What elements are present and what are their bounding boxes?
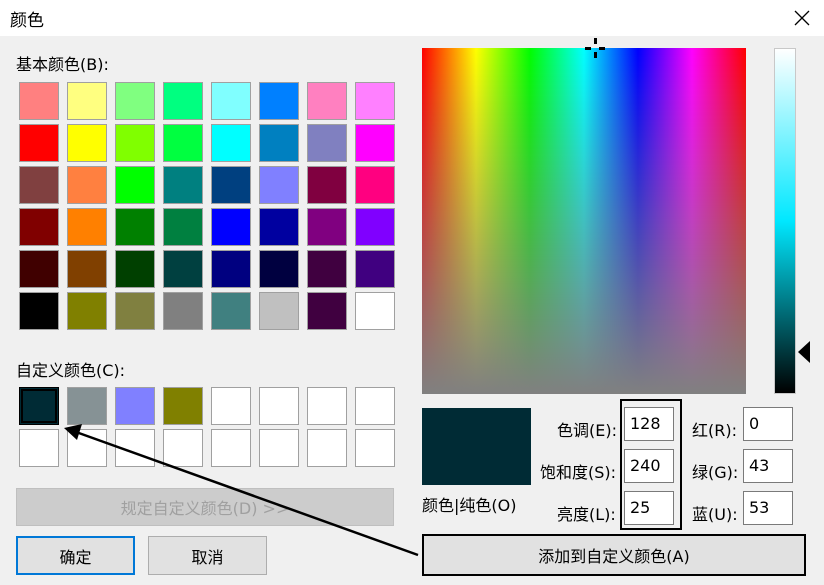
basic-color-swatch[interactable] xyxy=(355,124,395,162)
custom-color-swatch[interactable] xyxy=(211,429,251,467)
custom-color-swatch[interactable] xyxy=(67,429,107,467)
hue-input[interactable]: 128 xyxy=(624,407,674,441)
custom-color-swatch[interactable] xyxy=(259,387,299,425)
title-bar: 颜色 xyxy=(0,0,824,36)
basic-color-swatch[interactable] xyxy=(307,124,347,162)
basic-color-swatch[interactable] xyxy=(307,250,347,288)
custom-color-swatch[interactable] xyxy=(115,429,155,467)
basic-color-swatch[interactable] xyxy=(259,124,299,162)
hue-label: 色调(E): xyxy=(557,421,617,440)
custom-color-swatch[interactable] xyxy=(307,429,347,467)
custom-color-swatch[interactable] xyxy=(67,387,107,425)
custom-color-swatch[interactable] xyxy=(19,429,59,467)
custom-color-swatch[interactable] xyxy=(163,429,203,467)
basic-color-swatch[interactable] xyxy=(163,124,203,162)
basic-color-swatch[interactable] xyxy=(67,124,107,162)
basic-color-swatch[interactable] xyxy=(115,250,155,288)
basic-color-swatch[interactable] xyxy=(355,166,395,204)
basic-color-swatch[interactable] xyxy=(211,250,251,288)
basic-color-swatch[interactable] xyxy=(19,292,59,330)
crosshair-icon xyxy=(584,38,605,58)
basic-color-swatch[interactable] xyxy=(115,208,155,246)
window-title: 颜色 xyxy=(10,11,44,31)
basic-color-swatch[interactable] xyxy=(67,166,107,204)
custom-color-swatch[interactable] xyxy=(307,387,347,425)
custom-color-swatch[interactable] xyxy=(355,429,395,467)
basic-color-swatch[interactable] xyxy=(163,166,203,204)
basic-color-swatch[interactable] xyxy=(355,250,395,288)
basic-color-swatch[interactable] xyxy=(355,82,395,120)
basic-color-swatch[interactable] xyxy=(163,208,203,246)
basic-color-swatch[interactable] xyxy=(163,82,203,120)
color-spectrum[interactable] xyxy=(422,38,746,394)
basic-color-swatch[interactable] xyxy=(19,124,59,162)
basic-color-swatch[interactable] xyxy=(67,208,107,246)
basic-color-swatch[interactable] xyxy=(163,292,203,330)
blue-label: 蓝(U): xyxy=(692,505,738,524)
basic-color-swatch[interactable] xyxy=(19,208,59,246)
basic-color-swatch[interactable] xyxy=(19,82,59,120)
basic-colors-label: 基本颜色(B): xyxy=(16,55,109,74)
basic-color-swatch[interactable] xyxy=(115,292,155,330)
basic-color-swatch[interactable] xyxy=(259,166,299,204)
basic-color-swatch[interactable] xyxy=(163,250,203,288)
custom-color-swatch[interactable] xyxy=(163,387,203,425)
basic-color-swatch[interactable] xyxy=(67,292,107,330)
custom-color-swatch[interactable] xyxy=(211,387,251,425)
green-label: 绿(G): xyxy=(692,463,739,482)
basic-color-swatch[interactable] xyxy=(67,250,107,288)
basic-color-swatch[interactable] xyxy=(19,250,59,288)
saturation-input[interactable]: 240 xyxy=(624,449,674,483)
define-custom-colors-button[interactable]: 规定自定义颜色(D) >> xyxy=(16,488,394,526)
cancel-button[interactable]: 取消 xyxy=(148,536,267,575)
basic-color-swatch[interactable] xyxy=(211,82,251,120)
basic-color-swatch[interactable] xyxy=(211,208,251,246)
basic-color-swatch[interactable] xyxy=(115,166,155,204)
saturation-label: 饱和度(S): xyxy=(540,463,617,482)
custom-color-swatch[interactable] xyxy=(259,429,299,467)
basic-color-swatch[interactable] xyxy=(307,82,347,120)
add-to-custom-colors-button[interactable]: 添加到自定义颜色(A) xyxy=(422,534,806,576)
ok-button[interactable]: 确定 xyxy=(16,536,135,575)
color-solid-label[interactable]: 颜色|纯色(O) xyxy=(422,492,516,516)
custom-color-swatch[interactable] xyxy=(115,387,155,425)
basic-color-swatch[interactable] xyxy=(211,166,251,204)
basic-color-swatch[interactable] xyxy=(259,208,299,246)
basic-color-swatch[interactable] xyxy=(67,82,107,120)
close-icon xyxy=(794,10,810,26)
basic-color-swatch[interactable] xyxy=(211,292,251,330)
basic-color-swatch[interactable] xyxy=(259,82,299,120)
custom-colors-label: 自定义颜色(C): xyxy=(16,361,126,380)
basic-color-swatch[interactable] xyxy=(307,166,347,204)
color-preview xyxy=(422,408,531,485)
close-button[interactable] xyxy=(780,0,824,36)
basic-color-swatch[interactable] xyxy=(355,208,395,246)
red-label: 红(R): xyxy=(692,421,737,440)
basic-color-swatch[interactable] xyxy=(259,292,299,330)
luminance-label: 亮度(L): xyxy=(557,505,616,524)
custom-colors-grid xyxy=(19,387,395,467)
luminance-pointer-icon[interactable] xyxy=(797,341,811,364)
basic-color-swatch[interactable] xyxy=(307,292,347,330)
green-input[interactable]: 43 xyxy=(743,449,793,483)
custom-color-swatch[interactable] xyxy=(355,387,395,425)
custom-color-swatch[interactable] xyxy=(19,387,59,425)
blue-input[interactable]: 53 xyxy=(743,491,793,525)
basic-color-swatch[interactable] xyxy=(115,124,155,162)
basic-colors-grid xyxy=(19,82,395,330)
basic-color-swatch[interactable] xyxy=(307,208,347,246)
basic-color-swatch[interactable] xyxy=(355,292,395,330)
red-input[interactable]: 0 xyxy=(743,407,793,441)
luminance-bar[interactable] xyxy=(774,48,796,394)
basic-color-swatch[interactable] xyxy=(211,124,251,162)
basic-color-swatch[interactable] xyxy=(259,250,299,288)
luminance-input[interactable]: 25 xyxy=(624,491,674,525)
basic-color-swatch[interactable] xyxy=(19,166,59,204)
basic-color-swatch[interactable] xyxy=(115,82,155,120)
